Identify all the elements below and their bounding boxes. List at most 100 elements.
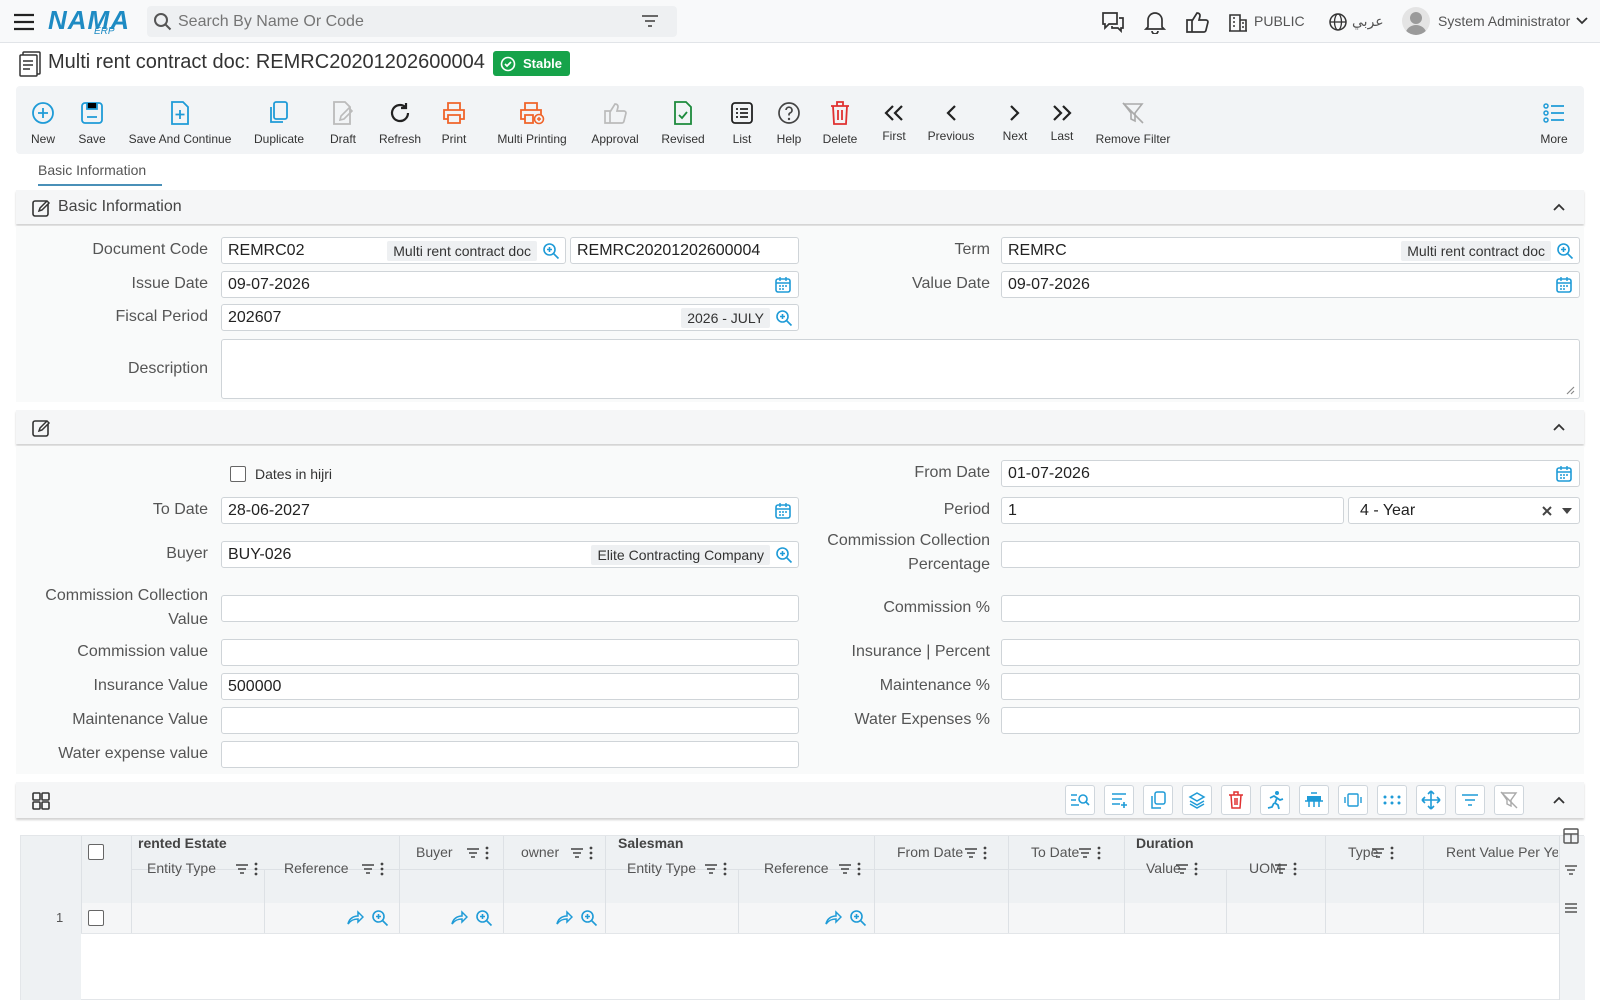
language-toggle[interactable]: عربي	[1352, 13, 1384, 30]
column-filter-icon[interactable]	[235, 863, 249, 875]
calendar-icon[interactable]	[774, 276, 792, 294]
calendar-icon[interactable]	[1555, 276, 1573, 294]
building-icon[interactable]	[1227, 11, 1249, 33]
last-button[interactable]: Last	[1048, 86, 1076, 154]
more-button[interactable]: More	[1539, 86, 1569, 154]
maintenance-value-field[interactable]	[221, 707, 799, 734]
hamburger-menu-icon[interactable]	[12, 10, 36, 34]
column-menu-icon[interactable]	[485, 846, 489, 860]
grid-search-button[interactable]	[1065, 785, 1095, 815]
col-buyer[interactable]: Buyer	[416, 844, 453, 860]
help-button[interactable]: Help	[774, 86, 804, 154]
insurance-value-field[interactable]: 500000	[221, 673, 799, 700]
water-expenses-percent-field[interactable]	[1001, 707, 1580, 734]
grid-run-button[interactable]	[1260, 785, 1290, 815]
calendar-icon[interactable]	[1555, 465, 1573, 483]
approval-button[interactable]: Approval	[590, 86, 640, 154]
term-field[interactable]: REMRC Multi rent contract doc	[1001, 237, 1580, 264]
column-filter-icon[interactable]	[1274, 863, 1288, 875]
grid-dots-button[interactable]	[1377, 785, 1407, 815]
to-date-field[interactable]: 28-06-2027	[221, 497, 799, 524]
list-button[interactable]: List	[728, 86, 756, 154]
period-unit-select[interactable]: 4 - Year	[1348, 497, 1580, 524]
document-code-field[interactable]: REMRC02 Multi rent contract doc	[221, 237, 566, 264]
col-from-date[interactable]: From Date	[897, 844, 963, 860]
grid-delete-button[interactable]	[1221, 785, 1251, 815]
search-lookup-icon[interactable]	[775, 309, 793, 327]
grid-move-button[interactable]	[1416, 785, 1446, 815]
share-arrow-icon[interactable]	[346, 910, 364, 926]
chevron-up-icon[interactable]	[1552, 422, 1566, 432]
grid-layers-button[interactable]	[1182, 785, 1212, 815]
refresh-button[interactable]: Refresh	[377, 86, 423, 154]
column-filter-icon[interactable]	[361, 863, 375, 875]
row-checkbox[interactable]	[88, 910, 104, 926]
print-button[interactable]: Print	[439, 86, 469, 154]
column-menu-icon[interactable]	[1194, 862, 1198, 876]
user-name[interactable]: System Administrator	[1438, 13, 1570, 29]
column-filter-icon[interactable]	[1371, 847, 1385, 859]
clear-icon[interactable]	[1541, 505, 1553, 517]
search-lookup-icon[interactable]	[580, 909, 598, 927]
search-lookup-icon[interactable]	[371, 909, 389, 927]
value-date-field[interactable]: 09-07-2026	[1001, 271, 1580, 298]
column-filter-icon[interactable]	[1175, 863, 1189, 875]
remove-filter-button[interactable]: Remove Filter	[1094, 86, 1172, 154]
col-estate-reference[interactable]: Reference	[284, 860, 349, 876]
share-arrow-icon[interactable]	[450, 910, 468, 926]
first-button[interactable]: First	[879, 86, 909, 154]
column-filter-icon[interactable]	[570, 847, 584, 859]
grid-table-view-button[interactable]	[1299, 785, 1329, 815]
dates-in-hijri-checkbox[interactable]	[230, 466, 246, 482]
search-lookup-icon[interactable]	[849, 909, 867, 927]
previous-button[interactable]: Previous	[924, 86, 978, 154]
grid-remove-filter-button[interactable]	[1494, 785, 1524, 815]
col-owner[interactable]: owner	[521, 844, 559, 860]
col-to-date[interactable]: To Date	[1031, 844, 1079, 860]
search-lookup-icon[interactable]	[775, 546, 793, 564]
maintenance-percent-field[interactable]	[1001, 673, 1580, 700]
column-menu-icon[interactable]	[589, 846, 593, 860]
new-button[interactable]: New	[28, 86, 58, 154]
chevron-up-icon[interactable]	[1552, 795, 1566, 805]
column-chooser-icon[interactable]	[1562, 827, 1580, 845]
column-menu-icon[interactable]	[380, 862, 384, 876]
basic-information-section-header[interactable]: Basic Information	[16, 190, 1584, 224]
nama-logo[interactable]: NAMA ERP	[48, 5, 130, 37]
column-menu-icon[interactable]	[254, 862, 258, 876]
col-estate-entity-type[interactable]: Entity Type	[147, 860, 216, 876]
grid-filter-button[interactable]	[1455, 785, 1485, 815]
grid-copy-button[interactable]	[1143, 785, 1173, 815]
col-salesman-entity-type[interactable]: Entity Type	[627, 860, 696, 876]
resize-handle-icon[interactable]	[1565, 385, 1575, 395]
next-button[interactable]: Next	[1000, 86, 1030, 154]
description-textarea[interactable]	[221, 339, 1580, 399]
thumbs-up-icon[interactable]	[1184, 9, 1210, 35]
select-all-checkbox[interactable]	[88, 844, 104, 860]
column-filter-icon[interactable]	[704, 863, 718, 875]
tab-basic-information[interactable]: Basic Information	[38, 162, 146, 178]
chat-icon[interactable]	[1100, 9, 1126, 35]
dropdown-caret-icon[interactable]	[1562, 508, 1572, 514]
save-button[interactable]: Save	[76, 86, 108, 154]
multi-printing-button[interactable]: Multi Printing	[496, 86, 568, 154]
filter-icon[interactable]	[641, 14, 659, 28]
chevron-down-icon[interactable]	[1576, 16, 1588, 26]
table-row[interactable]	[21, 903, 1559, 933]
column-menu-icon[interactable]	[1097, 846, 1101, 860]
issue-date-field[interactable]: 09-07-2026	[221, 271, 799, 298]
document-number-field[interactable]: REMRC20201202600004	[570, 237, 799, 264]
contract-details-section-header[interactable]	[16, 410, 1584, 444]
grid-fit-button[interactable]	[1338, 785, 1368, 815]
column-menu-icon[interactable]	[723, 862, 727, 876]
notification-bell-icon[interactable]	[1142, 9, 1168, 35]
search-lookup-icon[interactable]	[542, 242, 560, 260]
column-filter-icon[interactable]	[964, 847, 978, 859]
delete-button[interactable]: Delete	[821, 86, 859, 154]
duplicate-button[interactable]: Duplicate	[252, 86, 306, 154]
column-menu-icon[interactable]	[1390, 846, 1394, 860]
col-rent-value-per-year[interactable]: Rent Value Per Ye	[1446, 844, 1558, 860]
chevron-up-icon[interactable]	[1552, 202, 1566, 212]
column-menu-icon[interactable]	[1293, 862, 1297, 876]
share-arrow-icon[interactable]	[555, 910, 573, 926]
